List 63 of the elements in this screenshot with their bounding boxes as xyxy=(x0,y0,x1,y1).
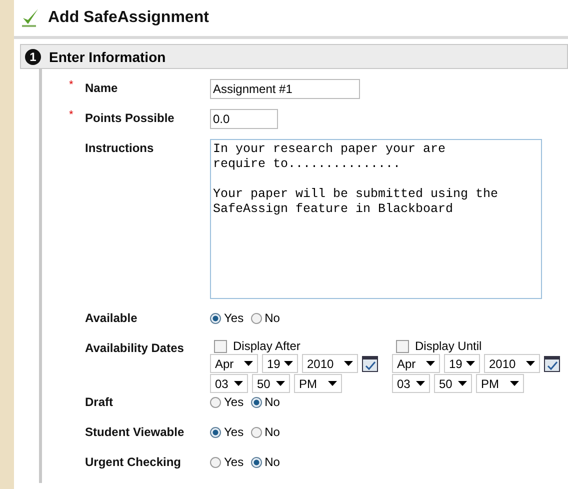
radio-button[interactable] xyxy=(210,396,221,408)
checkbox-label: Display Until xyxy=(415,339,482,353)
instructions-field[interactable]: In your research paper your are require to............... Your paper will be submitted using the SafeAssign feature in Blackboard xyxy=(210,139,542,299)
section-title: Enter Information xyxy=(49,48,166,64)
radio-button[interactable] xyxy=(250,396,262,408)
caret-icon xyxy=(276,381,285,386)
date-dropdown[interactable]: Apr xyxy=(392,354,440,373)
time-dropdown[interactable]: 03 xyxy=(210,374,248,393)
checkbox[interactable] xyxy=(214,340,227,352)
radio-label: No xyxy=(264,395,280,409)
caret-icon xyxy=(416,381,425,386)
radio-label: Yes xyxy=(224,311,244,325)
radio-label: Yes xyxy=(224,425,244,439)
time-dropdown[interactable]: PM xyxy=(294,374,342,393)
radio-button[interactable] xyxy=(250,426,262,438)
radio-label: Yes xyxy=(224,395,244,409)
caret-icon xyxy=(344,361,353,366)
radio-button[interactable] xyxy=(210,456,221,468)
time-dropdown[interactable]: 50 xyxy=(252,374,290,393)
date-dropdown[interactable]: 2010 xyxy=(484,354,540,373)
caret-icon xyxy=(284,361,293,366)
calendar-icon[interactable] xyxy=(544,356,560,372)
time-dropdown[interactable]: 03 xyxy=(392,374,430,393)
caret-icon xyxy=(328,381,337,386)
checkbox[interactable] xyxy=(396,340,409,352)
field-label: Draft xyxy=(85,395,114,409)
date-dropdown[interactable]: 19 xyxy=(444,354,480,373)
input-field[interactable]: 0.0 xyxy=(210,109,278,129)
calendar-icon[interactable] xyxy=(362,356,378,372)
required-marker: * xyxy=(69,109,74,121)
radio-label: No xyxy=(264,455,280,469)
date-dropdown[interactable]: 2010 xyxy=(302,354,358,373)
field-label: Urgent Checking xyxy=(85,455,182,469)
input-field[interactable]: Assignment #1 xyxy=(210,79,360,99)
date-dropdown[interactable]: Apr xyxy=(210,354,258,373)
field-label: Availability Dates xyxy=(85,341,184,355)
field-label: Student Viewable xyxy=(85,425,184,439)
checkmark-icon xyxy=(20,8,40,28)
radio-button[interactable] xyxy=(210,426,221,438)
radio-label: No xyxy=(264,311,280,325)
checkbox-label: Display After xyxy=(233,339,300,353)
date-dropdown[interactable]: 19 xyxy=(262,354,298,373)
required-marker: * xyxy=(69,79,74,91)
field-label: Points Possible xyxy=(85,111,174,125)
radio-label: Yes xyxy=(224,455,244,469)
caret-icon xyxy=(426,361,435,366)
radio-button[interactable] xyxy=(210,312,221,324)
caret-icon xyxy=(458,381,467,386)
radio-label: No xyxy=(264,425,280,439)
caret-icon xyxy=(234,381,243,386)
caret-icon xyxy=(244,361,253,366)
radio-button[interactable] xyxy=(250,456,262,468)
page-title: Add SafeAssignment xyxy=(48,9,209,27)
field-label: Available xyxy=(85,311,138,325)
caret-icon xyxy=(526,361,535,366)
radio-button[interactable] xyxy=(250,312,262,324)
caret-icon xyxy=(466,361,475,366)
time-dropdown[interactable]: PM xyxy=(476,374,524,393)
field-label: Instructions xyxy=(85,141,154,155)
time-dropdown[interactable]: 50 xyxy=(434,374,472,393)
caret-icon xyxy=(510,381,519,386)
step-number: 1 xyxy=(25,48,41,64)
field-label: Name xyxy=(85,81,118,95)
